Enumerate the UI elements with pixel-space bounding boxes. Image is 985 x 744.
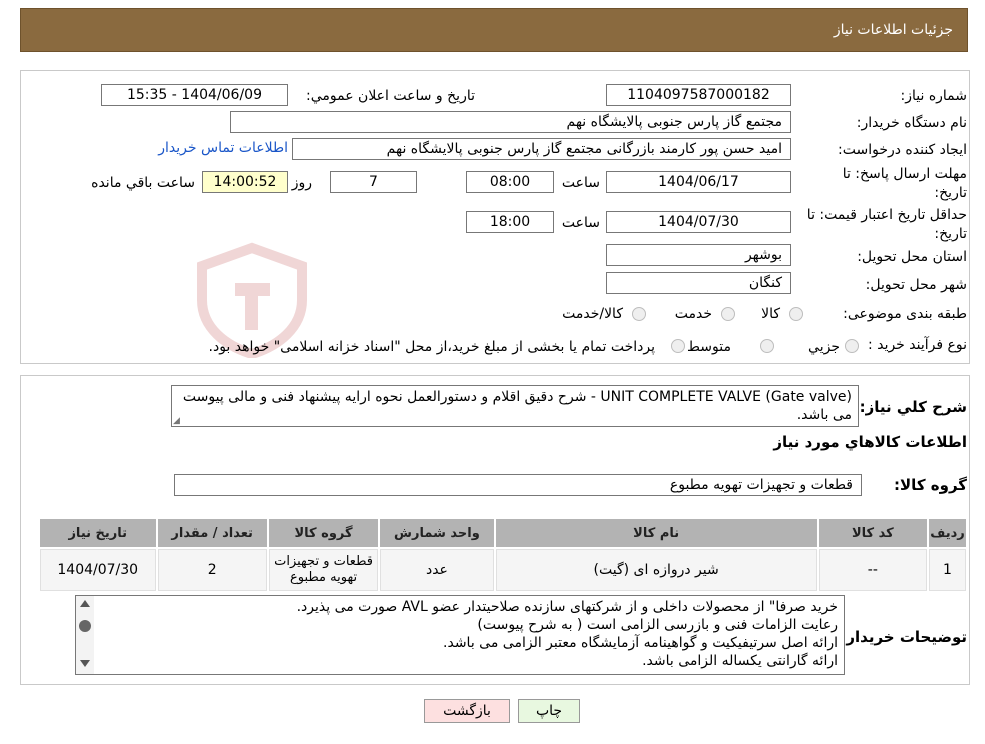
category-radio-service[interactable] xyxy=(721,307,735,321)
buyer-notes-line: ارائه اصل سرتیفیکیت و گواهینامه آزمایشگا… xyxy=(443,635,838,651)
category-radio-goods[interactable] xyxy=(789,307,803,321)
buyer-contact-link[interactable]: اطلاعات تماس خريدار xyxy=(158,140,288,156)
buyer-notes-line: خرید صرفا" از محصولات داخلی و از شرکتهای… xyxy=(296,599,838,615)
province-field: بوشهر xyxy=(606,244,791,266)
category-option-goods-service: کالا/خدمت xyxy=(562,306,623,322)
need-number-label: شماره نیاز: xyxy=(900,88,968,104)
buyer-notes-line: رعایت الزامات فنی و بازرسی الزامی است ( … xyxy=(477,617,838,633)
col-unit: واحد شمارش xyxy=(380,519,494,547)
cell-row: 1 xyxy=(929,549,966,591)
process-radio-medium[interactable] xyxy=(760,339,774,353)
items-table-header: رديف كد كالا نام كالا واحد شمارش گروه كا… xyxy=(40,519,966,547)
print-button[interactable]: چاپ xyxy=(518,699,580,723)
back-button[interactable]: بازگشت xyxy=(424,699,510,723)
col-group: گروه كالا xyxy=(268,519,379,547)
city-label: شهر محل تحويل: xyxy=(865,277,967,293)
validity-date-field: 1404/07/30 xyxy=(606,211,791,233)
scroll-down-icon[interactable] xyxy=(80,660,90,667)
buyer-notes-textarea[interactable]: خرید صرفا" از محصولات داخلی و از شرکتهای… xyxy=(75,595,845,675)
goods-group-label: گروه كالا: xyxy=(894,476,967,494)
city-field: کنگان xyxy=(606,272,791,294)
announce-label: تاریخ و ساعت اعلان عمومي: xyxy=(306,88,475,104)
buyer-notes-line: ارائه گارانتی یکساله الزامی باشد. xyxy=(642,653,838,669)
col-qty: تعداد / مقدار xyxy=(157,519,267,547)
remaining-label: ساعت باقي مانده xyxy=(91,175,195,191)
scroll-up-icon[interactable] xyxy=(80,600,90,607)
reply-date-field: 1404/06/17 xyxy=(606,171,791,193)
table-row: 1 -- شیر دروازه ای (گیت) عدد قطعات و تجه… xyxy=(40,549,966,591)
validity-label-2: تاريخ: xyxy=(934,226,967,242)
col-date: تاريخ نياز xyxy=(40,519,156,547)
buyer-notes-label: توضيحات خريدار: xyxy=(840,628,967,646)
reply-time-field: 08:00 xyxy=(466,171,554,193)
page-title: جزئیات اطلاعات نیاز xyxy=(833,22,953,38)
validity-time-field: 18:00 xyxy=(466,211,554,233)
col-name: نام كالا xyxy=(495,519,817,547)
validity-label: حداقل تاريخ اعتبار قيمت: تا xyxy=(806,207,967,223)
process-option-medium: متوسط xyxy=(687,339,731,355)
summary-text: UNIT COMPLETE VALVE (Gate valve) - شرح د… xyxy=(182,389,852,423)
summary-textarea[interactable]: UNIT COMPLETE VALVE (Gate valve) - شرح د… xyxy=(171,385,859,427)
cell-name: شیر دروازه ای (گیت) xyxy=(495,549,817,591)
col-code: كد كالا xyxy=(818,519,928,547)
goods-group-field: قطعات و تجهیزات تهویه مطبوع xyxy=(174,474,862,496)
cell-qty: 2 xyxy=(157,549,267,591)
buyer-org-field: مجتمع گاز پارس جنوبی پالایشگاه نهم xyxy=(230,111,791,133)
reply-deadline-label: مهلت ارسال پاسخ: تا xyxy=(842,166,967,182)
category-label: طبقه بندی موضوعی: xyxy=(843,306,967,322)
resize-handle-icon[interactable]: ◢ xyxy=(173,416,180,426)
reply-time-label: ساعت xyxy=(561,175,600,191)
creator-label: ايجاد كننده درخواست: xyxy=(838,142,967,158)
province-label: استان محل تحويل: xyxy=(857,249,967,265)
page-header: جزئیات اطلاعات نیاز xyxy=(20,8,968,52)
creator-field: امید حسن پور کارمند بازرگانی مجتمع گاز پ… xyxy=(292,138,791,160)
process-note: پرداخت تمام یا بخشی از مبلغ خرید،از محل … xyxy=(208,339,655,355)
col-row: رديف xyxy=(929,519,966,547)
process-label: نوع فرآيند خريد : xyxy=(868,337,967,353)
remaining-time-field: 14:00:52 xyxy=(202,171,288,193)
cell-group: قطعات و تجهیزات تهویه مطبوع xyxy=(268,549,379,591)
process-radio-minor[interactable] xyxy=(845,339,859,353)
goods-info-title: اطلاعات كالاهاي مورد نياز xyxy=(773,433,967,451)
reply-deadline-label-2: تاريخ: xyxy=(934,185,967,201)
buyer-org-label: نام دستگاه خريدار: xyxy=(856,115,967,131)
cell-date: 1404/07/30 xyxy=(40,549,156,591)
cell-unit: عدد xyxy=(380,549,494,591)
category-option-goods: کالا xyxy=(761,306,780,322)
cell-code: -- xyxy=(818,549,928,591)
scroll-thumb[interactable] xyxy=(79,620,91,632)
summary-label: شرح كلي نياز: xyxy=(859,398,967,416)
need-number-field: 1104097587000182 xyxy=(606,84,791,106)
category-radio-goods-service[interactable] xyxy=(632,307,646,321)
items-table: رديف كد كالا نام كالا واحد شمارش گروه كا… xyxy=(38,517,968,593)
days-field: 7 xyxy=(330,171,417,193)
category-option-service: خدمت xyxy=(674,306,712,322)
announce-datetime-field: 1404/06/09 - 15:35 xyxy=(101,84,288,106)
validity-time-label: ساعت xyxy=(561,215,600,231)
process-option-minor: جزيي xyxy=(808,339,840,355)
buyer-notes-scrollbar[interactable] xyxy=(76,596,94,674)
process-radio-treasury[interactable] xyxy=(671,339,685,353)
